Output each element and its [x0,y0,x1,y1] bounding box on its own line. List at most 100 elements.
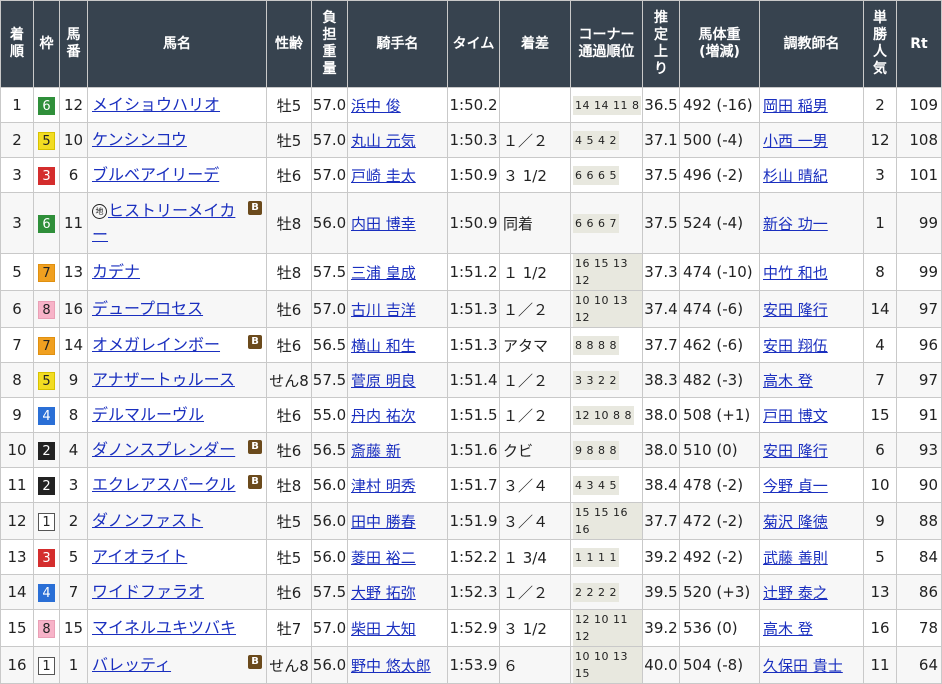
horse-name-link[interactable]: エクレアスパークル [92,475,236,494]
trainer-link[interactable]: 安田 隆行 [763,301,828,319]
horse-name-link[interactable]: マイネルユキツバキ [92,618,236,637]
jockey-link[interactable]: 横山 和生 [351,337,416,355]
waku-cell: 4 [33,574,60,610]
waku-cell: 2 [33,432,60,468]
horse-name-link[interactable]: メイショウハリオ [92,95,220,114]
jockey-link[interactable]: 津村 明秀 [351,477,416,495]
horse-name-link[interactable]: ブルベアイリーデ [92,165,219,184]
jockey-link[interactable]: 柴田 大知 [351,620,416,638]
horse-name-link[interactable]: アナザートゥルース [92,370,235,389]
trainer-link[interactable]: 新谷 功一 [763,215,828,233]
horse-name-link[interactable]: ダノンファスト [92,511,203,530]
time-cell: 1:52.3 [447,574,500,610]
trainer-link[interactable]: 安田 隆行 [763,442,828,460]
trainer-link[interactable]: 中竹 和也 [763,264,828,282]
trainer-link[interactable]: 辻野 泰之 [763,584,828,602]
corner-cell: 8 8 8 8 [570,327,643,363]
waku-badge: 6 [38,96,55,115]
horse-name-cell: ダノンファスト [87,502,267,540]
trainer-link[interactable]: 高木 登 [763,372,813,390]
header-trainer: 調教師名 [759,0,864,88]
waku-badge: 1 [38,512,55,531]
jockey-link[interactable]: 菅原 明良 [351,372,416,390]
jockey-link[interactable]: 野中 悠太郎 [351,657,431,675]
rating-cell: 101 [896,157,942,193]
trainer-link[interactable]: 武藤 善則 [763,549,828,567]
trainer-link[interactable]: 今野 貞一 [763,477,828,495]
header-name: 馬名 [87,0,267,88]
result-row: 3 3 6 ブルベアイリーデ 牡6 57.0 戸崎 圭太 1:50.9 ３ 1/2 6 6 6 5… [0,157,942,193]
trainer-link[interactable]: 杉山 晴紀 [763,167,828,185]
trainer-link[interactable]: 久保田 貴士 [763,657,843,675]
trainer-link[interactable]: 高木 登 [763,620,813,638]
horse-name-link[interactable]: アイオライト [92,547,187,566]
corner-positions: 3 3 2 2 [573,371,619,390]
weight-cell: 55.0 [311,397,348,433]
sex-age-cell: 牡5 [266,87,312,123]
rank-cell: 14 [0,574,34,610]
corner-cell: 10 10 13 12 [570,290,643,328]
trainer-cell: 安田 隆行 [759,290,864,328]
result-row: 8 5 9 アナザートゥルース せん8 57.5 菅原 明良 1:51.4 １／２ 3 3 2 2… [0,362,942,398]
horse-name-link[interactable]: カデナ [92,262,140,281]
jockey-link[interactable]: 浜中 俊 [351,97,401,115]
horse-number-cell: 10 [59,122,88,158]
margin-cell: ３ 1/2 [499,609,571,647]
horse-name-cell: ケンシンコウ [87,122,267,158]
waku-badge: 8 [38,619,55,638]
jockey-cell: 浜中 俊 [347,87,448,123]
trainer-link[interactable]: 戸田 博文 [763,407,828,425]
jockey-link[interactable]: 戸崎 圭太 [351,167,416,185]
jockey-link[interactable]: 三浦 皇成 [351,264,416,282]
horse-name-cell: エクレアスパークル B [87,467,267,503]
trainer-cell: 小西 一男 [759,122,864,158]
horse-name-link[interactable]: ワイドファラオ [92,582,204,601]
trainer-link[interactable]: 岡田 稲男 [763,97,828,115]
horse-name-link[interactable]: ヒストリーメイカー [92,201,235,244]
rank-cell: 13 [0,539,34,575]
jockey-link[interactable]: 斎藤 新 [351,442,401,460]
corner-positions: 6 6 6 7 [573,214,619,233]
rank-cell: 6 [0,290,34,328]
horse-name-link[interactable]: バレッティ [92,655,171,674]
horse-name-cell: カデナ [87,253,267,291]
waku-cell: 3 [33,157,60,193]
trainer-link[interactable]: 小西 一男 [763,132,828,150]
header-jockey: 騎手名 [347,0,448,88]
jockey-cell: 菱田 裕二 [347,539,448,575]
time-cell: 1:50.9 [447,157,500,193]
weight-cell: 56.0 [311,502,348,540]
horse-number-cell: 12 [59,87,88,123]
header-bodyweight: 馬体重 (増減) [679,0,760,88]
result-row: 6 8 16 デュープロセス 牡6 57.0 古川 吉洋 1:51.3 １／２ 10 10 13 … [0,290,942,328]
horse-name-link[interactable]: ダノンスプレンダー [92,440,235,459]
trainer-link[interactable]: 菊沢 隆徳 [763,513,828,531]
horse-name-link[interactable]: デルマルーヴル [92,405,204,424]
trainer-cell: 新谷 功一 [759,192,864,254]
jockey-link[interactable]: 古川 吉洋 [351,301,416,319]
waku-badge: 2 [38,476,55,495]
corner-positions: 10 10 13 12 [573,291,642,327]
last3f-cell: 39.2 [642,539,680,575]
jockey-link[interactable]: 丹内 祐次 [351,407,416,425]
weight-cell: 56.0 [311,467,348,503]
jockey-link[interactable]: 内田 博幸 [351,215,416,233]
result-row: 9 4 8 デルマルーヴル 牡6 55.0 丹内 祐次 1:51.5 １／２ 12 10 8 8 3… [0,397,942,433]
horse-number-cell: 14 [59,327,88,363]
jockey-link[interactable]: 菱田 裕二 [351,549,416,567]
waku-badge: 4 [38,406,55,425]
last3f-cell: 38.0 [642,397,680,433]
horse-name-link[interactable]: デュープロセス [92,299,203,318]
sex-age-cell: 牡6 [266,157,312,193]
popularity-cell: 14 [863,290,897,328]
jockey-link[interactable]: 大野 拓弥 [351,584,416,602]
horse-name-link[interactable]: ケンシンコウ [92,130,187,149]
jockey-link[interactable]: 丸山 元気 [351,132,416,150]
header-margin: 着差 [499,0,571,88]
margin-cell: １ 3/4 [499,539,571,575]
trainer-link[interactable]: 安田 翔伍 [763,337,828,355]
horse-name-link[interactable]: オメガレインボー [92,335,220,354]
jockey-link[interactable]: 田中 勝春 [351,513,416,531]
trainer-cell: 安田 翔伍 [759,327,864,363]
rating-cell: 108 [896,122,942,158]
